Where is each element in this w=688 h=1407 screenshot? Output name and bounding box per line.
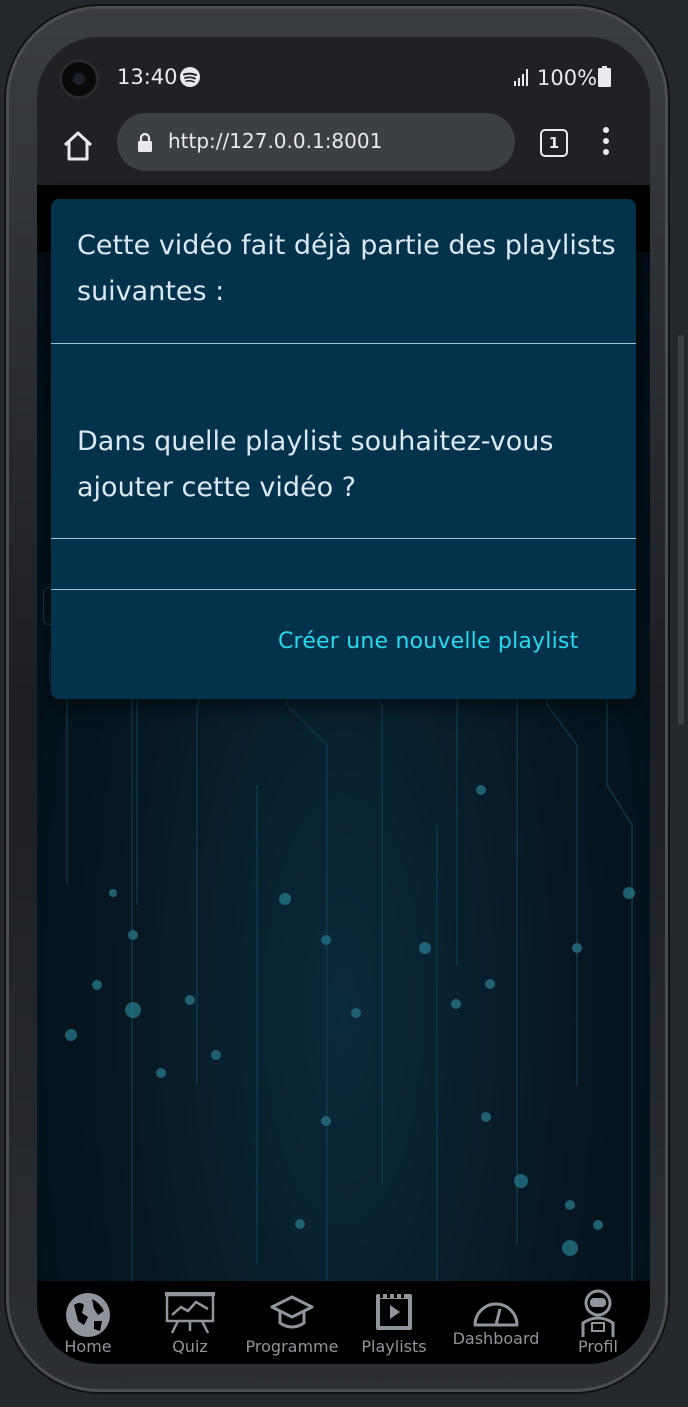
nav-label-dashboard: Dashboard — [452, 1329, 540, 1348]
nav-profil[interactable]: Profil — [547, 1281, 649, 1364]
nav-home[interactable]: Home — [37, 1281, 139, 1364]
status-bar: 13:40 100% — [37, 37, 650, 117]
choose-playlist-heading: Dans quelle playlist souhaitez-vous ajou… — [77, 426, 554, 503]
front-camera — [59, 59, 99, 99]
browser-toolbar: http://127.0.0.1:8001 1 — [37, 113, 650, 185]
nav-dashboard[interactable]: Dashboard — [445, 1281, 547, 1364]
url-text: http://127.0.0.1:8001 — [168, 129, 383, 153]
nav-playlists[interactable]: Playlists — [343, 1281, 445, 1364]
nav-label-programme: Programme — [245, 1337, 339, 1356]
battery-percentage: 100% — [537, 66, 598, 90]
astronaut-icon — [581, 1289, 615, 1337]
nav-label-home: Home — [64, 1337, 112, 1356]
graduation-cap-icon — [270, 1295, 314, 1329]
divider — [51, 538, 636, 539]
nav-quiz[interactable]: Quiz — [139, 1281, 241, 1364]
nav-label-playlists: Playlists — [361, 1337, 427, 1356]
nav-programme[interactable]: Programme — [241, 1281, 343, 1364]
status-time: 13:40 — [117, 65, 178, 89]
lock-icon — [138, 132, 152, 152]
chart-board-icon — [165, 1292, 215, 1334]
nav-label-profil: Profil — [578, 1337, 618, 1356]
globe-icon — [66, 1293, 110, 1337]
address-bar[interactable]: http://127.0.0.1:8001 — [117, 113, 515, 171]
spotify-icon — [180, 67, 200, 87]
bottom-navigation: Home Quiz Programme Playlists Dashboard … — [37, 1281, 650, 1364]
existing-playlists-heading: Cette vidéo fait déjà partie des playlis… — [77, 230, 616, 307]
home-icon[interactable] — [61, 129, 95, 163]
video-playlist-icon — [376, 1294, 412, 1330]
phone-side-button — [678, 335, 684, 725]
nav-label-quiz: Quiz — [172, 1337, 208, 1356]
create-playlist-link[interactable]: Créer une nouvelle playlist — [278, 629, 578, 654]
tab-switcher-button[interactable]: 1 — [540, 129, 568, 157]
divider — [51, 343, 636, 344]
add-to-playlist-dialog: Cette vidéo fait déjà partie des playlis… — [51, 199, 636, 699]
battery-icon — [598, 66, 611, 87]
gauge-icon — [473, 1302, 519, 1327]
screen: 13:40 100% http://127.0.0.1:8001 1 Cette… — [37, 37, 650, 1364]
divider — [51, 589, 636, 590]
overflow-menu-icon[interactable] — [600, 127, 612, 157]
signal-icon — [514, 69, 528, 86]
phone-frame: 13:40 100% http://127.0.0.1:8001 1 Cette… — [4, 4, 670, 1394]
